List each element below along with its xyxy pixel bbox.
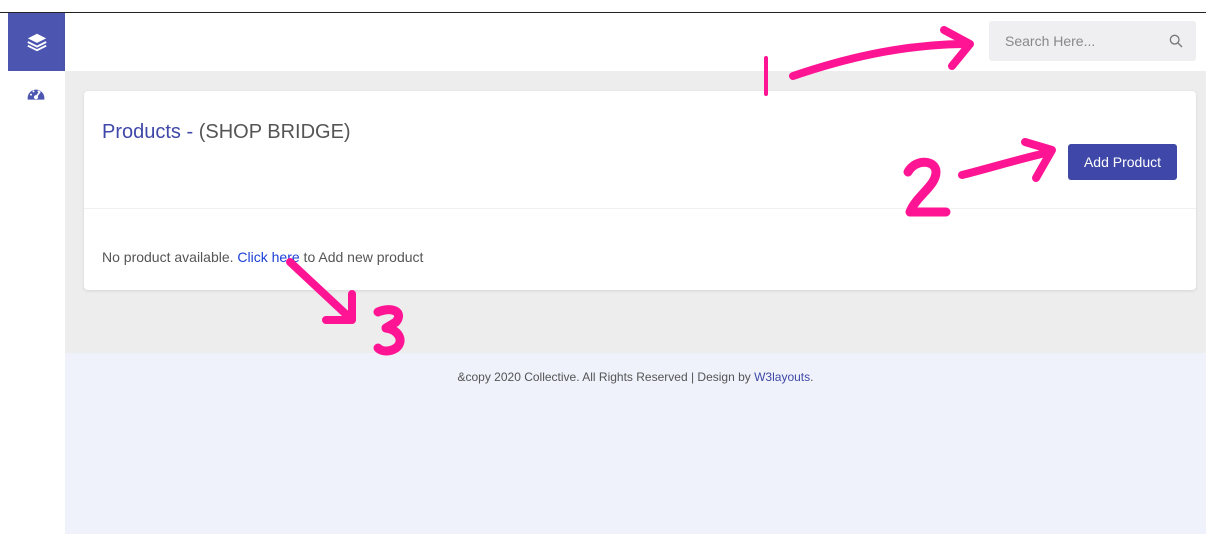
search-input[interactable]: Search Here... (1005, 33, 1095, 49)
search-box[interactable]: Search Here... (989, 21, 1196, 61)
footer-text: &copy 2020 Collective. All Rights Reserv… (65, 370, 1206, 384)
w3layouts-link[interactable]: W3layouts (754, 370, 810, 384)
search-icon[interactable] (1168, 33, 1184, 49)
card-divider (84, 208, 1196, 209)
footer-period: . (810, 370, 814, 384)
click-here-link[interactable]: Click here (237, 249, 299, 265)
empty-prefix: No product available. (102, 249, 238, 265)
dashboard-icon[interactable] (26, 83, 46, 103)
sidebar (8, 13, 65, 534)
title-main: Products - (102, 121, 199, 143)
copyright-text: &copy 2020 Collective. All Rights Reserv… (457, 370, 755, 384)
products-card: Products - (SHOP BRIDGE) Add Product No … (84, 91, 1196, 290)
layers-icon (26, 33, 47, 52)
empty-message: No product available. Click here to Add … (102, 249, 423, 265)
title-sub: (SHOP BRIDGE) (198, 121, 351, 143)
logo-button[interactable] (8, 13, 65, 71)
page-title: Products - (SHOP BRIDGE) (102, 121, 351, 144)
empty-suffix: to Add new product (299, 249, 424, 265)
add-product-button[interactable]: Add Product (1068, 144, 1177, 180)
